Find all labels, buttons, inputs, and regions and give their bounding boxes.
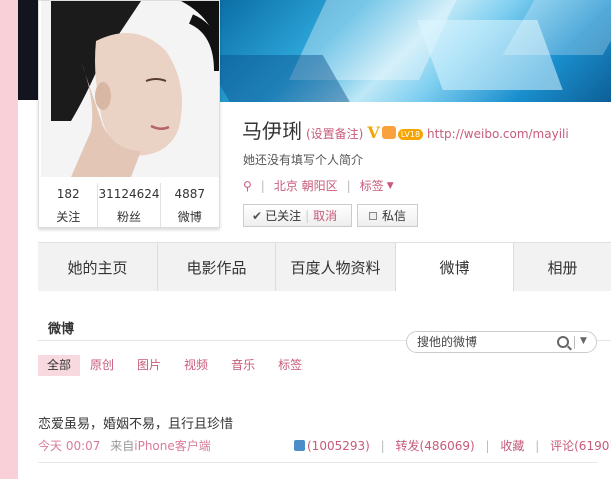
post-source-link[interactable]: iPhone客户端 [134, 439, 211, 453]
search-input[interactable] [417, 335, 545, 349]
tab-album[interactable]: 相册 [514, 243, 611, 291]
filter-images[interactable]: 图片 [137, 355, 161, 376]
envelope-icon [368, 211, 377, 220]
unfollow-link[interactable]: 取消 [313, 207, 337, 224]
cover-banner [220, 0, 611, 102]
tab-films[interactable]: 电影作品 [158, 243, 276, 291]
repost-link[interactable]: 转发(486069) [396, 439, 475, 453]
filter-music[interactable]: 音乐 [231, 355, 255, 376]
location-link[interactable]: 北京 朝阳区 [274, 177, 338, 194]
stat-fans[interactable]: 31124624 粉丝 [98, 183, 161, 227]
weibo-search: ▼ [406, 331, 597, 353]
stat-fans-label: 粉丝 [117, 210, 142, 224]
post-meta: 今天 00:07 来自iPhone客户端 [38, 437, 211, 454]
stat-weibo[interactable]: 4887 微博 [161, 183, 219, 227]
filter-video[interactable]: 视频 [184, 355, 208, 376]
profile-bio: 她还没有填写个人简介 [243, 153, 364, 167]
tab-home[interactable]: 她的主页 [38, 243, 158, 291]
feed-title: 微博 [48, 322, 75, 337]
post-time-link[interactable]: 今天 00:07 [38, 439, 100, 453]
stat-fans-count: 31124624 [98, 187, 160, 201]
filter-tags[interactable]: 标签 [278, 355, 302, 376]
chevron-down-icon[interactable]: ▼ [387, 181, 394, 191]
check-icon: ✔ [252, 208, 263, 223]
left-pink-strip [0, 0, 18, 479]
follow-button[interactable]: ✔ 已关注 | 取消 [243, 204, 352, 227]
stat-following[interactable]: 182 关注 [39, 183, 99, 227]
like-count[interactable]: (1005293) [307, 439, 370, 453]
chevron-down-icon[interactable]: ▼ [580, 336, 587, 346]
post-actions: (1005293) | 转发(486069) | 收藏 | 评论(619018) [294, 437, 611, 454]
profile-name-row: 马伊琍 (设置备注) V LV18 http://weibo.com/mayil… [242, 115, 569, 144]
stat-weibo-label: 微博 [177, 210, 202, 224]
profile-name: 马伊琍 [242, 119, 302, 143]
filter-original[interactable]: 原创 [90, 355, 114, 376]
location-pin-icon: ⚲ [243, 178, 252, 193]
level-badge-icon[interactable]: LV18 [397, 129, 424, 140]
profile-card: 182 关注 31124624 粉丝 4887 微博 [38, 0, 220, 228]
comment-link[interactable]: 评论(619018) [550, 439, 611, 453]
divider [38, 462, 598, 463]
post-text: 恋爱虽易，婚姻不易，且行且珍惜 [38, 417, 234, 432]
filter-all[interactable]: 全部 [38, 355, 81, 376]
message-button[interactable]: 私信 [357, 204, 418, 227]
profile-tabs: 她的主页 电影作品 百度人物资料 微博 相册 [38, 242, 611, 292]
search-icon[interactable] [557, 336, 569, 348]
location-row: ⚲ | 北京 朝阳区 | 标签 ▼ [243, 177, 394, 194]
favorite-link[interactable]: 收藏 [500, 439, 524, 453]
profile-stats: 182 关注 31124624 粉丝 4887 微博 [39, 183, 219, 227]
avatar[interactable] [41, 1, 219, 177]
verified-badge-icon[interactable]: V [367, 123, 379, 142]
message-label: 私信 [381, 209, 406, 223]
stat-weibo-count: 4887 [174, 187, 206, 201]
followed-label: 已关注 [265, 209, 302, 223]
tags-dropdown[interactable]: 标签 [360, 177, 384, 194]
tab-weibo[interactable]: 微博 [396, 243, 514, 292]
stat-following-label: 关注 [56, 210, 81, 224]
post-from-label: 来自 [110, 439, 135, 453]
tab-baidu-profile[interactable]: 百度人物资料 [276, 243, 396, 291]
set-remark-link[interactable]: (设置备注) [306, 125, 363, 142]
blog-url-link[interactable]: http://weibo.com/mayili [427, 127, 569, 141]
thumbs-up-icon[interactable] [294, 440, 305, 451]
vip-badge-icon[interactable] [381, 126, 396, 139]
feed-filters: 全部 原创 图片 视频 音乐 标签 [38, 355, 325, 376]
dark-side-bar [18, 0, 38, 100]
stat-following-count: 182 [56, 187, 80, 201]
